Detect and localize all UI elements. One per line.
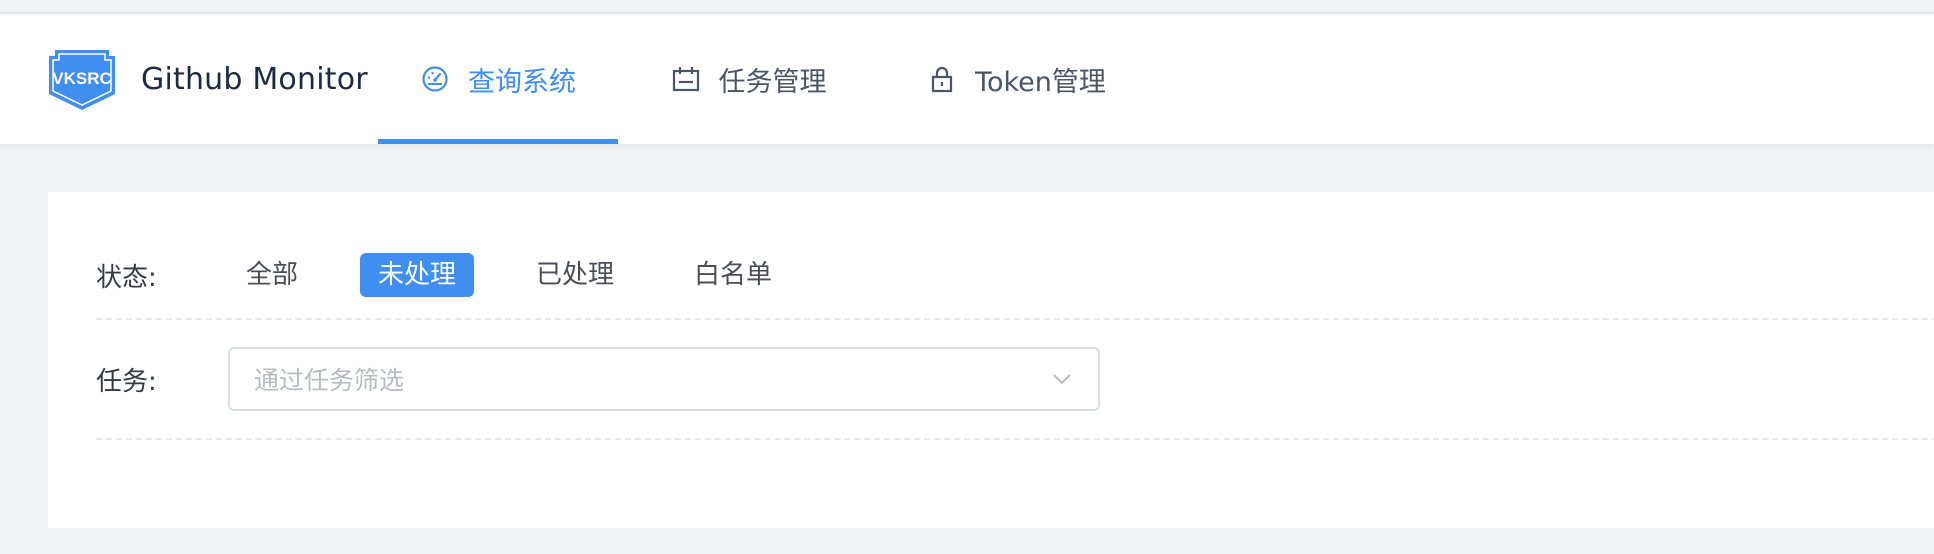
- vksrc-logo: VKSRC: [49, 50, 115, 110]
- status-option-unprocessed[interactable]: 未处理: [360, 253, 475, 297]
- task-filter-row: 任务: 通过任务筛选: [96, 320, 1934, 440]
- tab-label: Token管理: [975, 66, 1106, 98]
- tab-token-management[interactable]: Token管理: [879, 14, 1154, 144]
- tab-task-management[interactable]: 任务管理: [626, 14, 871, 144]
- window-top-border: [0, 0, 1934, 14]
- task-select[interactable]: 通过任务筛选: [228, 347, 1100, 411]
- chevron-down-icon: [1053, 374, 1071, 385]
- task-select-placeholder: 通过任务筛选: [254, 366, 405, 395]
- status-option-processed[interactable]: 已处理: [518, 253, 632, 297]
- top-header: VKSRC Github Monitor 查询系统 任务管理 Token管理: [0, 14, 1934, 144]
- tab-label: 任务管理: [718, 66, 827, 98]
- task-label: 任务:: [96, 366, 157, 397]
- filter-card: 状态: 全部 未处理 已处理 白名单 任务: 通过任务筛选: [48, 192, 1934, 528]
- dashboard-icon: [420, 64, 450, 94]
- brand[interactable]: VKSRC Github Monitor: [0, 14, 378, 144]
- status-options: 全部 未处理 已处理 白名单: [228, 253, 834, 297]
- status-option-whitelist[interactable]: 白名单: [676, 253, 790, 297]
- lock-icon: [927, 64, 957, 94]
- status-label: 状态:: [96, 262, 157, 293]
- app-title: Github Monitor: [141, 61, 368, 97]
- status-option-all[interactable]: 全部: [228, 253, 316, 297]
- main-nav: 查询系统 任务管理 Token管理: [378, 14, 1154, 144]
- tab-label: 查询系统: [468, 66, 576, 98]
- calendar-icon: [671, 64, 701, 94]
- status-filter-row: 状态: 全部 未处理 已处理 白名单: [96, 232, 1934, 320]
- svg-text:VKSRC: VKSRC: [52, 69, 112, 88]
- tab-query-system[interactable]: 查询系统: [378, 14, 618, 144]
